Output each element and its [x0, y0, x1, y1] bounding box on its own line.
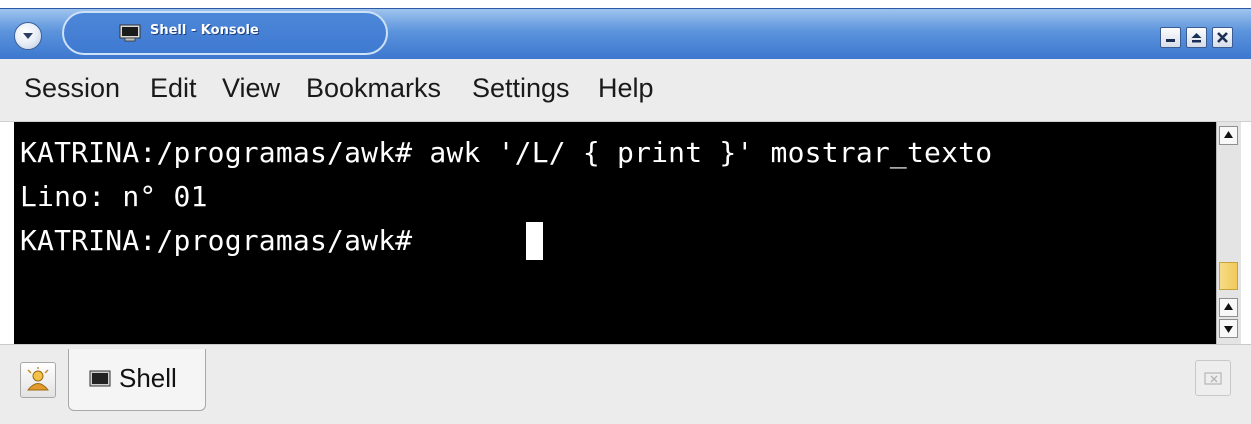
new-session-icon — [26, 367, 50, 391]
menu-edit[interactable]: Edit — [150, 73, 197, 104]
scroll-down-button[interactable] — [1219, 319, 1238, 338]
arrow-up-icon — [1224, 131, 1233, 138]
arrow-down-icon — [1224, 326, 1233, 333]
maximize-icon — [1191, 33, 1202, 43]
konsole-window: Shell - Konsole Session Edit View Bookma… — [0, 0, 1251, 424]
new-session-button[interactable] — [20, 362, 56, 398]
title-bar[interactable]: Shell - Konsole — [0, 8, 1251, 60]
terminal-prompt-line: KATRINA:/programas/awk# — [20, 224, 430, 257]
terminal-line: Lino: n° 01 — [20, 180, 208, 213]
scroll-thumb[interactable] — [1219, 262, 1238, 290]
vertical-scrollbar[interactable] — [1216, 122, 1241, 344]
terminal-cursor — [526, 222, 543, 260]
arrow-up-icon — [1224, 303, 1233, 310]
minimize-icon — [1166, 39, 1175, 42]
close-icon — [1217, 32, 1228, 43]
close-button[interactable] — [1212, 27, 1233, 48]
menu-session[interactable]: Session — [24, 73, 120, 104]
session-tab-bar: Shell — [0, 344, 1251, 424]
window-menu-button[interactable] — [14, 22, 42, 50]
tab-label: Shell — [119, 363, 177, 393]
terminal-icon — [119, 24, 141, 42]
menu-view[interactable]: View — [222, 73, 280, 104]
menu-settings[interactable]: Settings — [472, 73, 570, 104]
menu-bar: Session Edit View Bookmarks Settings Hel… — [0, 59, 1251, 122]
close-session-button[interactable] — [1195, 360, 1231, 396]
menu-help[interactable]: Help — [598, 73, 654, 104]
maximize-button[interactable] — [1186, 27, 1207, 48]
menu-bookmarks[interactable]: Bookmarks — [306, 73, 441, 104]
title-tab: Shell - Konsole — [62, 11, 388, 55]
terminal-line: KATRINA:/programas/awk# awk '/L/ { print… — [20, 136, 993, 169]
close-tab-icon — [1204, 372, 1222, 385]
terminal-icon — [89, 370, 111, 387]
chevron-down-icon — [23, 33, 33, 39]
terminal-output[interactable]: KATRINA:/programas/awk# awk '/L/ { print… — [14, 122, 1216, 344]
window-title: Shell - Konsole — [150, 23, 259, 38]
minimize-button[interactable] — [1160, 27, 1181, 48]
tab-shell[interactable]: Shell — [68, 349, 206, 411]
scroll-up-button[interactable] — [1219, 126, 1238, 145]
scroll-up-button-lower[interactable] — [1219, 298, 1238, 317]
